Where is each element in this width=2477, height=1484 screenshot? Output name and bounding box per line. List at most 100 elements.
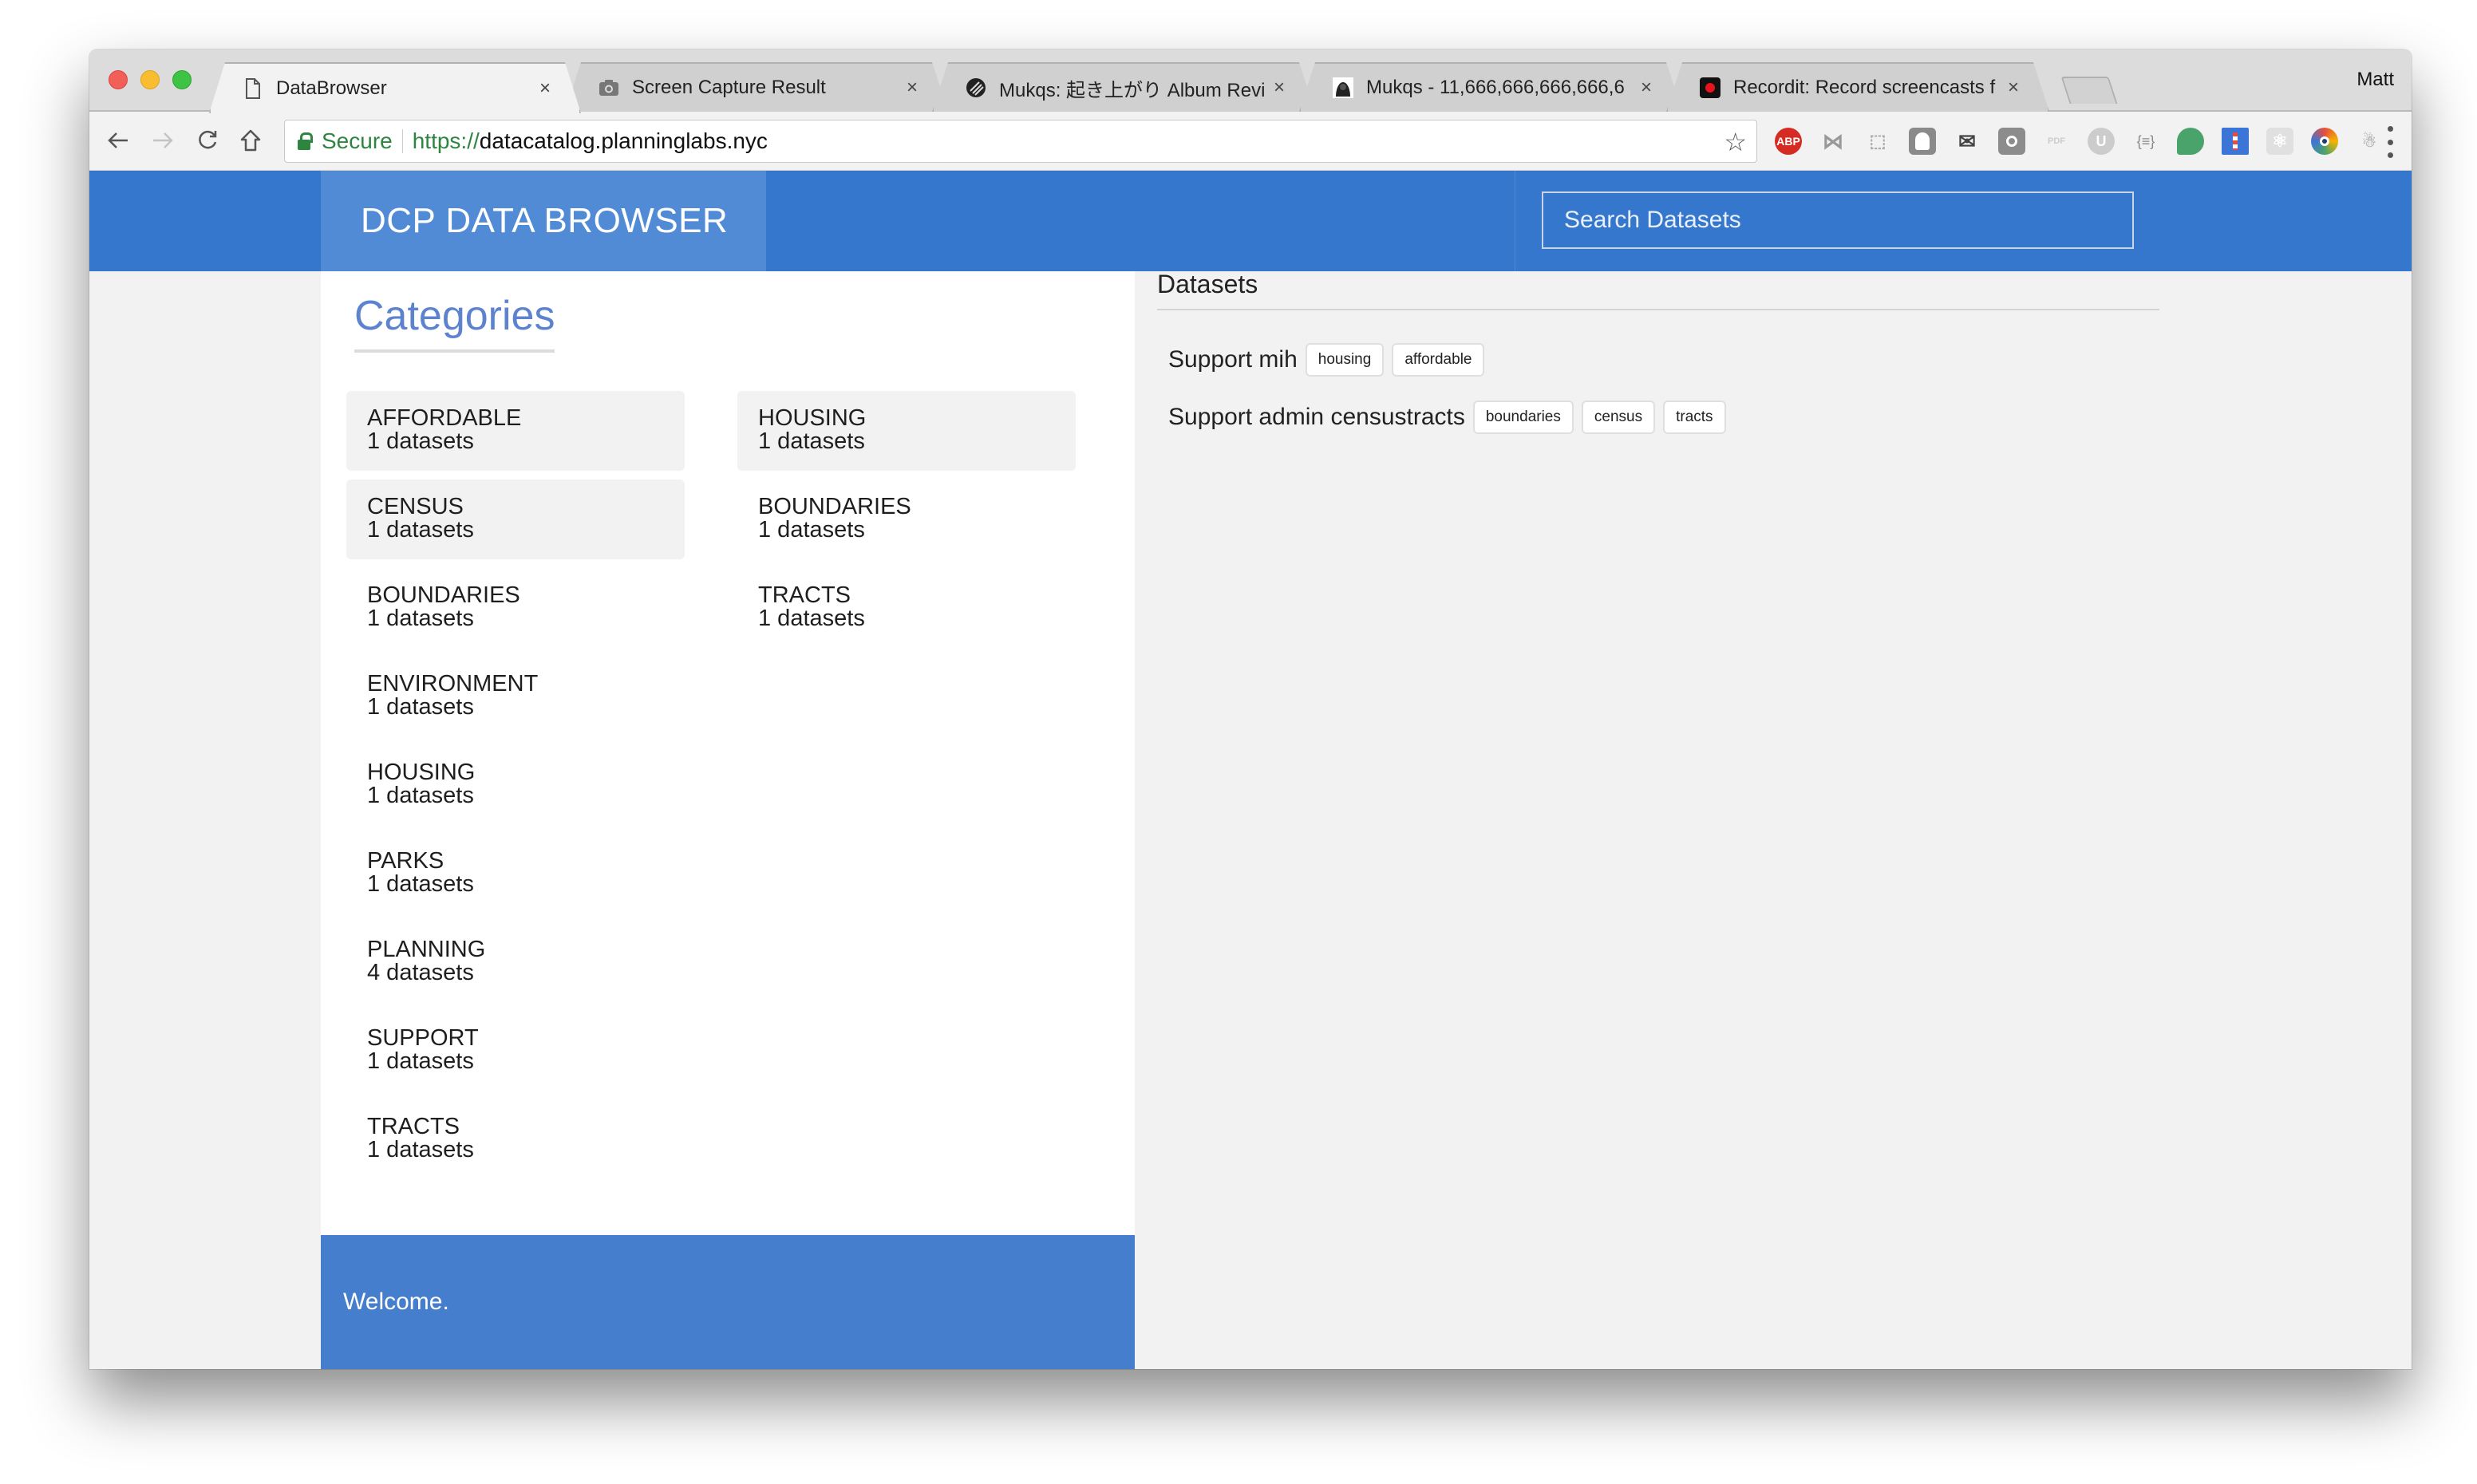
category-count: 1 datasets bbox=[367, 517, 474, 543]
welcome-footer: Welcome. bbox=[321, 1235, 1135, 1369]
tab-mukqs-album-review[interactable]: Mukqs: 起き上がり Album Revi × bbox=[932, 62, 1315, 112]
dataset-tag-affordable[interactable]: affordable bbox=[1392, 343, 1485, 377]
tab-recordit[interactable]: Recordit: Record screencasts f × bbox=[1666, 62, 2049, 112]
category-name: TRACTS bbox=[367, 1114, 460, 1139]
react-devtools-icon[interactable]: ⚛ bbox=[2266, 128, 2293, 155]
abp-label: ABP bbox=[1776, 135, 1800, 148]
arrow-left-icon bbox=[108, 132, 128, 148]
category-name: BOUNDARIES bbox=[758, 494, 911, 519]
category-name: CENSUS bbox=[367, 494, 464, 519]
category-card-boundaries[interactable]: BOUNDARIES 1 datasets bbox=[737, 480, 1076, 559]
tab-screen-capture-result[interactable]: Screen Capture Result × bbox=[565, 62, 948, 112]
category-card-environment[interactable]: ENVIRONMENT 1 datasets bbox=[346, 657, 685, 736]
pdfjs-icon[interactable]: PDF bbox=[2043, 128, 2070, 155]
category-card-tracts[interactable]: TRACTS 1 datasets bbox=[346, 1099, 685, 1179]
tab-close-icon[interactable]: × bbox=[539, 77, 551, 100]
dataset-row: Support mih housing affordable bbox=[1168, 337, 2159, 382]
category-name: ENVIRONMENT bbox=[367, 671, 539, 697]
document-icon bbox=[243, 78, 263, 99]
adblock-plus-icon[interactable]: ABP bbox=[1775, 128, 1802, 155]
mail-check-icon[interactable]: ✉ bbox=[1954, 128, 1981, 155]
tab-close-icon[interactable]: × bbox=[1641, 77, 1652, 99]
category-card-census[interactable]: CENSUS 1 datasets bbox=[346, 480, 685, 559]
category-name: BOUNDARIES bbox=[367, 582, 520, 608]
tab-databrowser[interactable]: DataBrowser × bbox=[209, 62, 581, 113]
dataset-tag-boundaries[interactable]: boundaries bbox=[1472, 401, 1574, 434]
home-icon bbox=[240, 129, 261, 152]
category-name: PLANNING bbox=[367, 937, 486, 962]
category-card-housing[interactable]: HOUSING 1 datasets bbox=[346, 745, 685, 825]
tab-close-icon[interactable]: × bbox=[2008, 77, 2019, 99]
home-button[interactable] bbox=[235, 124, 267, 156]
close-window-button[interactable] bbox=[109, 70, 128, 89]
categories-panel: Categories AFFORDABLE 1 datasets CENSUS 1 d… bbox=[321, 271, 1135, 1235]
dataset-link[interactable]: Support admin censustracts bbox=[1168, 404, 1465, 431]
screenshot-icon[interactable] bbox=[1998, 128, 2025, 155]
categories-title: Categories bbox=[354, 292, 555, 353]
ghostery-icon[interactable] bbox=[1909, 128, 1936, 155]
category-count: 4 datasets bbox=[367, 960, 474, 985]
category-count: 1 datasets bbox=[758, 517, 865, 543]
chrome-canary-icon[interactable] bbox=[2311, 128, 2338, 155]
category-count: 1 datasets bbox=[367, 1048, 474, 1074]
tab-title: Screen Capture Result bbox=[632, 77, 826, 98]
category-card-housing[interactable]: HOUSING 1 datasets bbox=[737, 391, 1076, 471]
welcome-text: Welcome. bbox=[343, 1289, 449, 1315]
page: DCP DATA BROWSER Search Datasets Categor… bbox=[89, 171, 2412, 1369]
zoom-window-button[interactable] bbox=[172, 70, 192, 89]
category-card-tracts[interactable]: TRACTS 1 datasets bbox=[737, 568, 1076, 648]
category-count: 1 datasets bbox=[367, 783, 474, 808]
browser-menu-icon[interactable] bbox=[2386, 126, 2394, 158]
tab-close-icon[interactable]: × bbox=[907, 77, 918, 99]
address-bar[interactable]: Secure https:// datacatalog.planninglabs… bbox=[284, 120, 1757, 163]
tab-title: DataBrowser bbox=[276, 77, 387, 99]
minimize-window-button[interactable] bbox=[140, 70, 160, 89]
new-tab-button[interactable] bbox=[2060, 77, 2118, 104]
json-viewer-icon[interactable]: {≡} bbox=[2132, 128, 2159, 155]
tab-title: Mukqs: 起き上がり Album Revi bbox=[999, 79, 1264, 101]
secure-label: Secure bbox=[322, 128, 393, 153]
forward-button[interactable] bbox=[147, 124, 179, 156]
record-icon bbox=[1700, 77, 1720, 98]
tab-bar: DataBrowser × Screen Capture Result × Mu… bbox=[89, 49, 2412, 112]
category-card-boundaries[interactable]: BOUNDARIES 1 datasets bbox=[346, 568, 685, 648]
camera-icon bbox=[599, 77, 619, 98]
bookmark-star-icon[interactable]: ☆ bbox=[1724, 127, 1747, 157]
category-count: 1 datasets bbox=[367, 428, 474, 454]
tab-title: Mukqs - 11,666,666,666,666,6 bbox=[1366, 77, 1625, 98]
category-name: SUPPORT bbox=[367, 1025, 479, 1051]
category-count: 1 datasets bbox=[758, 606, 865, 631]
lock-icon bbox=[298, 132, 313, 150]
reload-button[interactable] bbox=[192, 124, 223, 156]
tab-close-icon[interactable]: × bbox=[1274, 77, 1285, 99]
tab-mukqs-artist[interactable]: Mukqs - 11,666,666,666,666,6 × bbox=[1299, 62, 1682, 112]
search-datasets-input[interactable]: Search Datasets bbox=[1542, 191, 2134, 249]
dataset-tag-census[interactable]: census bbox=[1581, 401, 1656, 434]
url-scheme: https:// bbox=[412, 128, 480, 153]
brand-logo[interactable]: DCP DATA BROWSER bbox=[321, 171, 766, 271]
ublock-icon[interactable]: U bbox=[2088, 128, 2115, 155]
bowtie-icon[interactable]: ⋈ bbox=[1819, 128, 1847, 155]
datasets-title: Datasets bbox=[1157, 270, 2159, 310]
category-count: 1 datasets bbox=[367, 606, 474, 631]
profile-name[interactable]: Matt bbox=[2357, 69, 2394, 91]
category-card-parks[interactable]: PARKS 1 datasets bbox=[346, 834, 685, 914]
datasets-section: Datasets Support mih housing affordable Sup… bbox=[1157, 270, 2159, 440]
category-count: 1 datasets bbox=[758, 428, 865, 454]
category-count: 1 datasets bbox=[367, 871, 474, 897]
category-card-planning[interactable]: PLANNING 4 datasets bbox=[346, 922, 685, 1002]
dataset-link[interactable]: Support mih bbox=[1168, 346, 1298, 373]
omnibox-divider bbox=[401, 129, 403, 153]
category-card-affordable[interactable]: AFFORDABLE 1 datasets bbox=[346, 391, 685, 471]
hangouts-icon[interactable] bbox=[2177, 128, 2204, 155]
dataset-tag-tracts[interactable]: tracts bbox=[1663, 401, 1726, 434]
dataset-tag-housing[interactable]: housing bbox=[1305, 343, 1385, 377]
back-button[interactable] bbox=[102, 124, 134, 156]
ember-inspector-icon[interactable]: ☃ bbox=[2356, 128, 2383, 155]
geojson-io-icon[interactable]: ⬚ bbox=[1864, 128, 1891, 155]
site-header: DCP DATA BROWSER Search Datasets bbox=[89, 171, 2412, 271]
category-card-support[interactable]: SUPPORT 1 datasets bbox=[346, 1011, 685, 1091]
lighthouse-icon[interactable] bbox=[2222, 128, 2249, 155]
category-count: 1 datasets bbox=[367, 694, 474, 720]
url-host: datacatalog.planninglabs.nyc bbox=[479, 128, 768, 153]
